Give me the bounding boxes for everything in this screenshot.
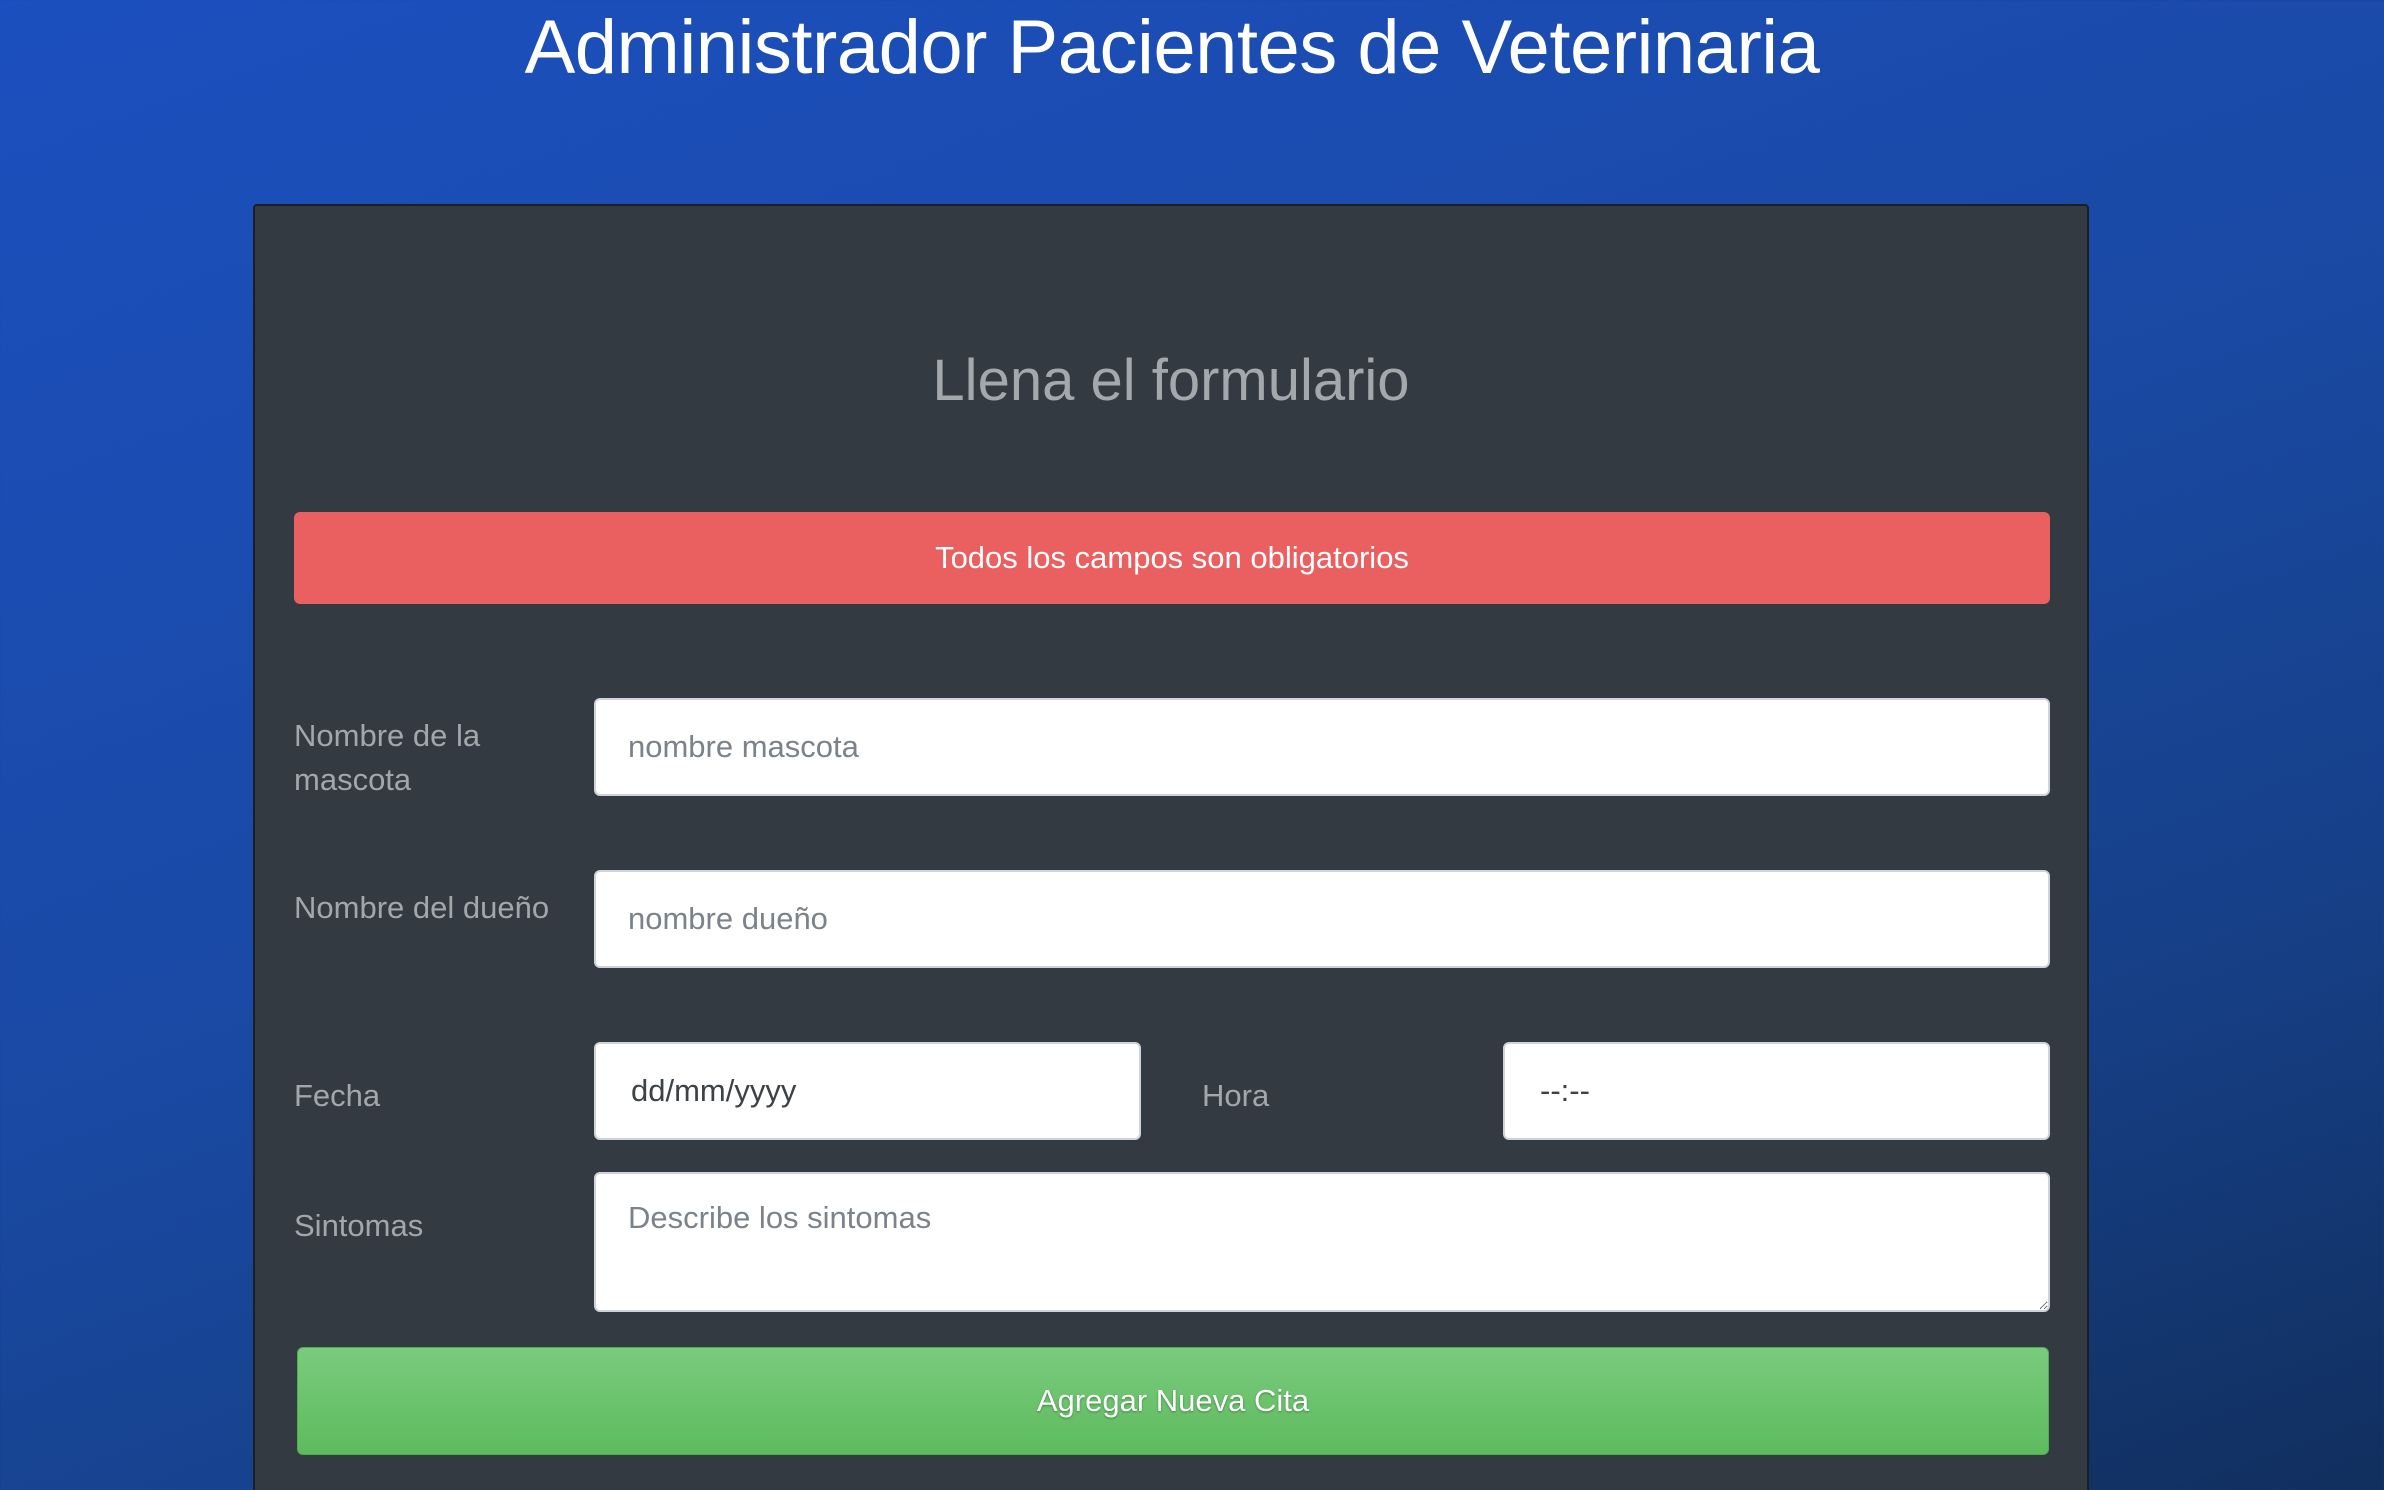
date-input[interactable]: dd/mm/yyyy [594,1042,1141,1140]
date-input-value: dd/mm/yyyy [631,1073,797,1108]
time-label: Hora [1202,1078,1270,1113]
error-alert: Todos los campos son obligatorios [294,512,2050,604]
owner-name-input[interactable] [594,870,2050,968]
add-appointment-button[interactable]: Agregar Nueva Cita [297,1347,2049,1455]
date-label: Fecha [294,1078,381,1113]
pet-name-label: Nombre de la mascota [294,718,481,797]
appointment-form-card: Llena el formulario Todos los campos son… [253,204,2089,1490]
time-input-value: --:-- [1540,1073,1590,1108]
form-heading: Llena el formulario [932,348,1410,413]
app-title: Administrador Pacientes de Veterinaria [524,5,1820,90]
symptoms-label: Sintomas [294,1208,424,1243]
symptoms-textarea[interactable] [594,1172,2050,1312]
pet-name-input[interactable] [594,698,2050,796]
owner-name-label: Nombre del dueño [294,890,550,925]
time-input[interactable]: --:-- [1503,1042,2050,1140]
